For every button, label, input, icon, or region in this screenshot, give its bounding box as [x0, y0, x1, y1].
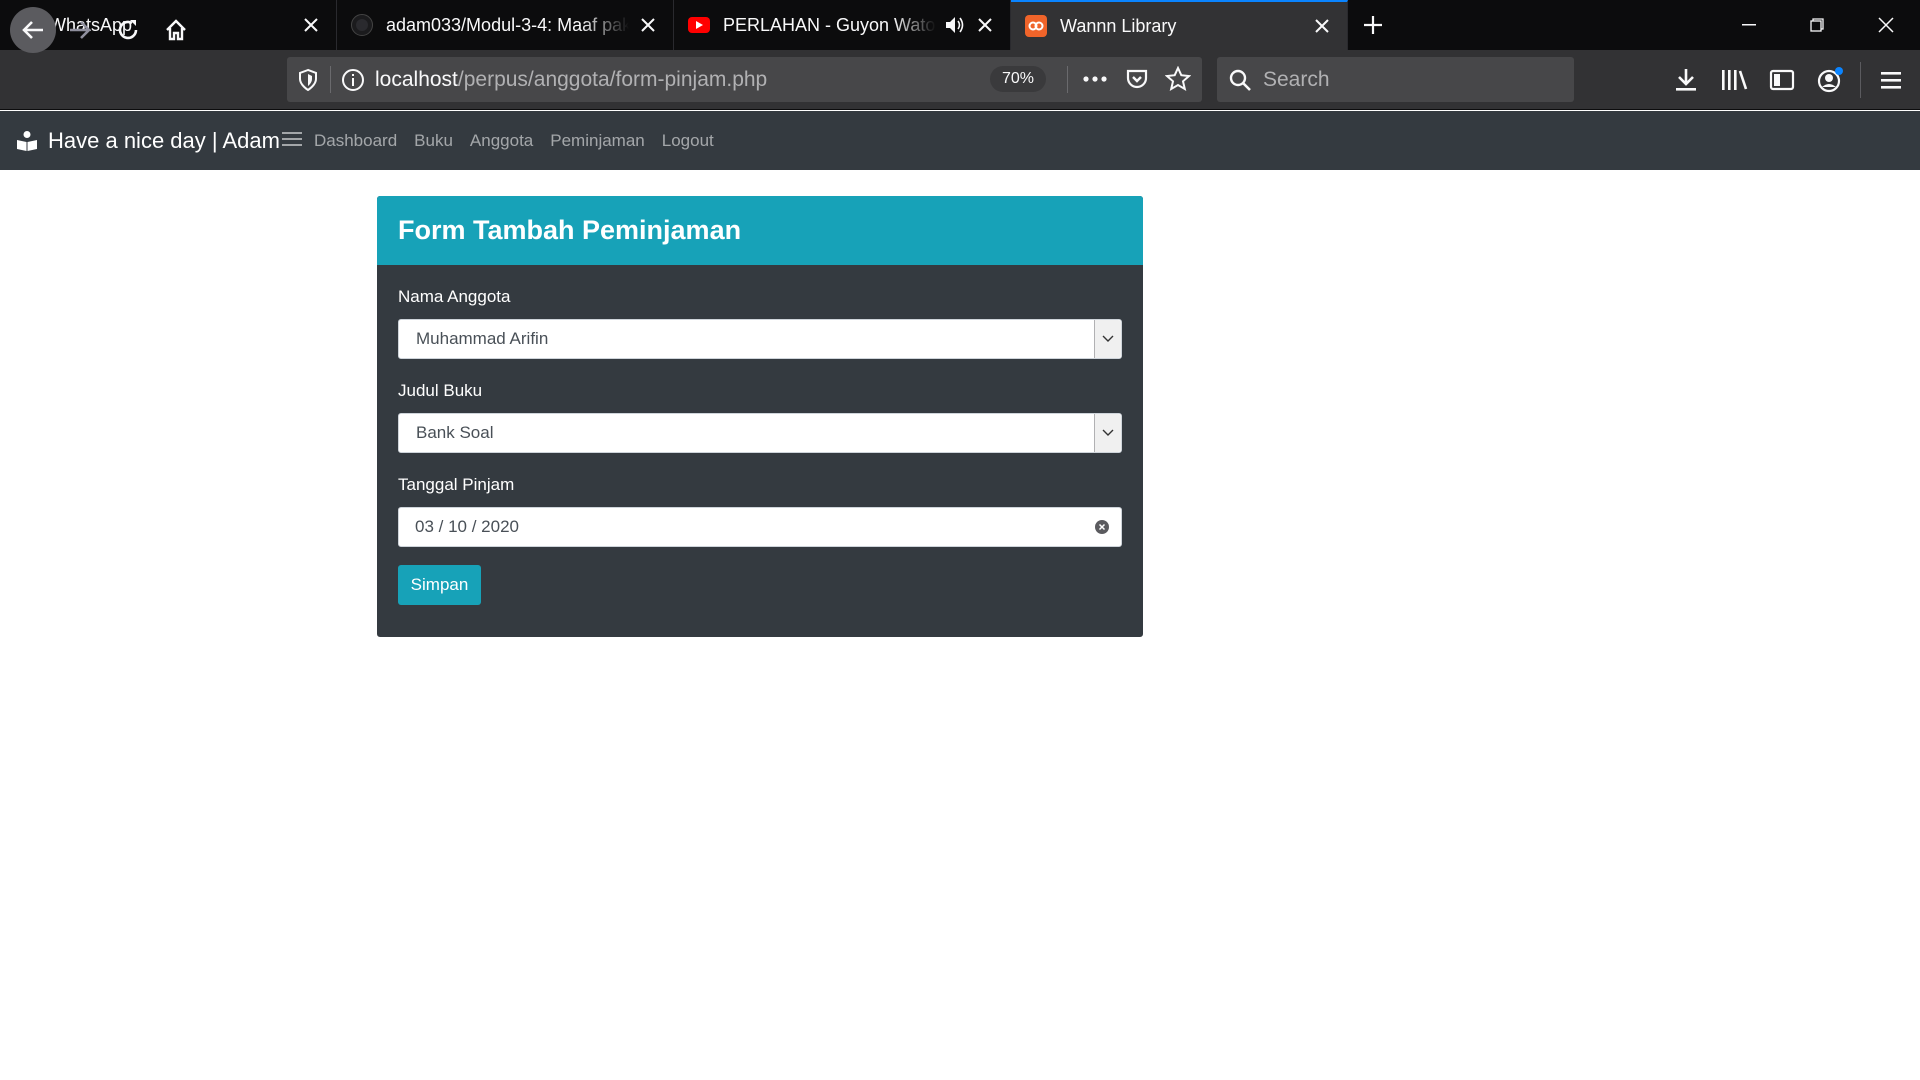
- book-field-group: Judul Buku Bank Soal: [398, 381, 1122, 453]
- book-label: Judul Buku: [398, 381, 483, 400]
- member-label: Nama Anggota: [398, 287, 511, 306]
- nav-logout[interactable]: Logout: [662, 131, 714, 151]
- tab-title: Wannn Library: [1060, 15, 1177, 36]
- new-tab-button[interactable]: [1348, 0, 1398, 50]
- reload-button[interactable]: [108, 10, 148, 50]
- reader-icon: [16, 130, 38, 152]
- member-field-group: Nama Anggota Muhammad Arifin: [398, 287, 1122, 359]
- search-icon: [1228, 68, 1252, 97]
- save-button[interactable]: Simpan: [398, 565, 481, 605]
- tab-github[interactable]: adam033/Modul-3-4: Maaf pak: [337, 0, 674, 50]
- pocket-icon[interactable]: [1125, 67, 1149, 96]
- search-placeholder: Search: [1263, 68, 1330, 91]
- url-path: /perpus/anggota/form-pinjam.php: [457, 68, 768, 91]
- site-brand[interactable]: Have a nice day | Adam: [16, 111, 280, 170]
- home-button[interactable]: [156, 10, 196, 50]
- site-info-icon[interactable]: [341, 68, 365, 97]
- close-tab-icon[interactable]: [300, 14, 322, 36]
- url-text[interactable]: localhost/perpus/anggota/form-pinjam.php: [375, 57, 767, 102]
- search-box[interactable]: Search: [1217, 57, 1574, 102]
- loan-date-value: 03 / 10 / 2020: [415, 517, 519, 536]
- close-tab-icon[interactable]: [974, 14, 996, 36]
- restore-button[interactable]: [1783, 0, 1851, 50]
- chevron-down-icon[interactable]: [1094, 414, 1121, 452]
- form-body: Nama Anggota Muhammad Arifin Judul Buku …: [377, 265, 1143, 627]
- divider: [330, 66, 331, 93]
- date-field-group: Tanggal Pinjam 03 / 10 / 2020: [398, 475, 1122, 547]
- github-icon: [351, 14, 373, 36]
- nav-dashboard[interactable]: Dashboard: [314, 131, 397, 151]
- bookmark-star-icon[interactable]: [1164, 65, 1192, 97]
- downloads-icon[interactable]: [1666, 60, 1706, 100]
- hamburger-icon[interactable]: [281, 129, 305, 151]
- toolbar-divider: [1860, 62, 1861, 98]
- url-host: localhost: [375, 68, 458, 91]
- menu-icon[interactable]: [1871, 60, 1911, 100]
- close-window-button[interactable]: [1852, 0, 1920, 50]
- tracking-shield-icon[interactable]: [297, 68, 319, 97]
- close-tab-icon[interactable]: [637, 14, 659, 36]
- book-select-value: Bank Soal: [416, 423, 494, 442]
- form-title: Form Tambah Peminjaman: [377, 196, 1143, 265]
- back-button[interactable]: [10, 7, 56, 53]
- youtube-icon: [688, 17, 710, 33]
- chevron-down-icon[interactable]: [1094, 320, 1121, 358]
- site-nav-links: Dashboard Buku Anggota Peminjaman Logout: [314, 111, 731, 170]
- zoom-level-badge[interactable]: 70%: [990, 66, 1047, 92]
- nav-anggota[interactable]: Anggota: [470, 131, 533, 151]
- nav-buku[interactable]: Buku: [414, 131, 453, 151]
- nav-peminjaman[interactable]: Peminjaman: [550, 131, 645, 151]
- brand-text: Have a nice day | Adam: [48, 127, 280, 153]
- tab-title: adam033/Modul-3-4: Maaf pak: [386, 14, 629, 35]
- tab-youtube[interactable]: PERLAHAN - Guyon Waton: [674, 0, 1011, 50]
- date-label: Tanggal Pinjam: [398, 475, 515, 494]
- sidebar-icon[interactable]: [1762, 60, 1802, 100]
- page-actions-icon[interactable]: [1082, 69, 1108, 94]
- divider: [1067, 66, 1068, 93]
- address-bar[interactable]: localhost/perpus/anggota/form-pinjam.php…: [287, 57, 1202, 102]
- minimize-button[interactable]: [1715, 0, 1783, 50]
- library-icon[interactable]: [1714, 60, 1754, 100]
- book-select[interactable]: Bank Soal: [398, 413, 1122, 453]
- close-tab-icon[interactable]: [1311, 15, 1333, 37]
- codeigniter-icon: [1025, 15, 1047, 37]
- loan-date-input[interactable]: 03 / 10 / 2020: [398, 507, 1122, 547]
- tab-strip: WhatsApp adam033/Modul-3-4: Maaf pak PER…: [0, 0, 1920, 50]
- tab-title: PERLAHAN - Guyon Waton: [723, 14, 936, 35]
- speaker-icon[interactable]: [944, 14, 966, 36]
- forward-button[interactable]: [60, 10, 100, 50]
- tab-wannn-library[interactable]: Wannn Library: [1011, 0, 1348, 50]
- member-select[interactable]: Muhammad Arifin: [398, 319, 1122, 359]
- site-navbar: Have a nice day | Adam Dashboard Buku An…: [0, 111, 1920, 170]
- clear-date-icon[interactable]: [1095, 520, 1109, 534]
- member-select-value: Muhammad Arifin: [416, 329, 549, 348]
- loan-form-card: Form Tambah Peminjaman Nama Anggota Muha…: [377, 196, 1143, 637]
- account-icon[interactable]: [1810, 60, 1850, 100]
